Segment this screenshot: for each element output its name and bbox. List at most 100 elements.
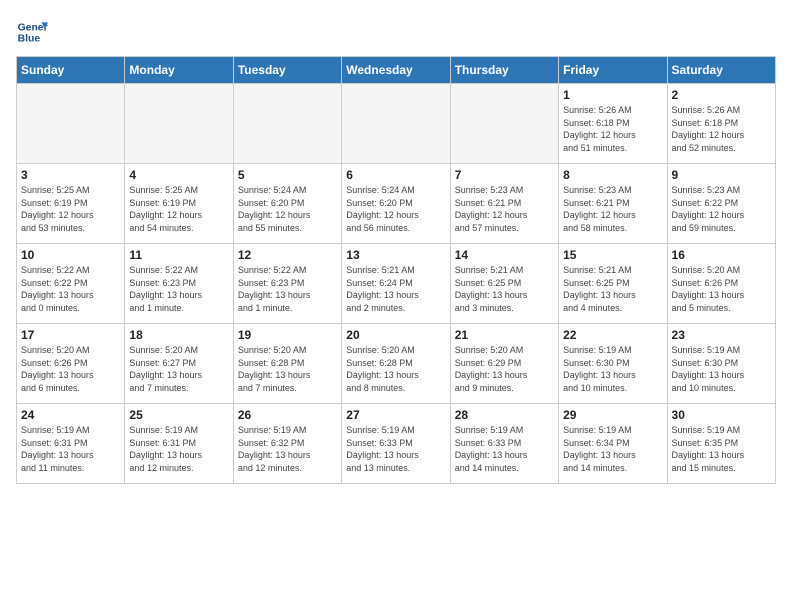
day-info: Sunrise: 5:19 AM Sunset: 6:35 PM Dayligh… — [672, 424, 771, 474]
day-info: Sunrise: 5:26 AM Sunset: 6:18 PM Dayligh… — [563, 104, 662, 154]
calendar-cell — [450, 84, 558, 164]
calendar-cell: 25 Sunrise: 5:19 AM Sunset: 6:31 PM Dayli… — [125, 404, 233, 484]
day-info: Sunrise: 5:19 AM Sunset: 6:30 PM Dayligh… — [672, 344, 771, 394]
calendar-cell: 4 Sunrise: 5:25 AM Sunset: 6:19 PM Daylig… — [125, 164, 233, 244]
day-number: 8 — [563, 168, 662, 182]
calendar-cell: 19 Sunrise: 5:20 AM Sunset: 6:28 PM Dayli… — [233, 324, 341, 404]
day-number: 26 — [238, 408, 337, 422]
calendar-cell: 2 Sunrise: 5:26 AM Sunset: 6:18 PM Daylig… — [667, 84, 775, 164]
calendar-cell: 20 Sunrise: 5:20 AM Sunset: 6:28 PM Dayli… — [342, 324, 450, 404]
calendar-cell: 12 Sunrise: 5:22 AM Sunset: 6:23 PM Dayli… — [233, 244, 341, 324]
calendar-cell: 15 Sunrise: 5:21 AM Sunset: 6:25 PM Dayli… — [559, 244, 667, 324]
day-info: Sunrise: 5:21 AM Sunset: 6:24 PM Dayligh… — [346, 264, 445, 314]
calendar-cell: 30 Sunrise: 5:19 AM Sunset: 6:35 PM Dayli… — [667, 404, 775, 484]
calendar-cell: 22 Sunrise: 5:19 AM Sunset: 6:30 PM Dayli… — [559, 324, 667, 404]
day-info: Sunrise: 5:19 AM Sunset: 6:31 PM Dayligh… — [21, 424, 120, 474]
day-number: 24 — [21, 408, 120, 422]
day-info: Sunrise: 5:19 AM Sunset: 6:34 PM Dayligh… — [563, 424, 662, 474]
day-info: Sunrise: 5:19 AM Sunset: 6:31 PM Dayligh… — [129, 424, 228, 474]
calendar-cell: 13 Sunrise: 5:21 AM Sunset: 6:24 PM Dayli… — [342, 244, 450, 324]
calendar-cell: 18 Sunrise: 5:20 AM Sunset: 6:27 PM Dayli… — [125, 324, 233, 404]
logo-icon: General Blue — [16, 16, 48, 48]
weekday-header-sunday: Sunday — [17, 57, 125, 84]
day-info: Sunrise: 5:25 AM Sunset: 6:19 PM Dayligh… — [21, 184, 120, 234]
day-info: Sunrise: 5:23 AM Sunset: 6:21 PM Dayligh… — [563, 184, 662, 234]
day-number: 25 — [129, 408, 228, 422]
day-number: 28 — [455, 408, 554, 422]
day-number: 22 — [563, 328, 662, 342]
day-info: Sunrise: 5:20 AM Sunset: 6:28 PM Dayligh… — [238, 344, 337, 394]
calendar-cell — [17, 84, 125, 164]
day-number: 13 — [346, 248, 445, 262]
day-info: Sunrise: 5:26 AM Sunset: 6:18 PM Dayligh… — [672, 104, 771, 154]
day-info: Sunrise: 5:21 AM Sunset: 6:25 PM Dayligh… — [455, 264, 554, 314]
day-number: 30 — [672, 408, 771, 422]
day-info: Sunrise: 5:19 AM Sunset: 6:33 PM Dayligh… — [346, 424, 445, 474]
calendar-cell: 27 Sunrise: 5:19 AM Sunset: 6:33 PM Dayli… — [342, 404, 450, 484]
weekday-header-thursday: Thursday — [450, 57, 558, 84]
calendar-cell — [125, 84, 233, 164]
day-info: Sunrise: 5:23 AM Sunset: 6:21 PM Dayligh… — [455, 184, 554, 234]
day-info: Sunrise: 5:22 AM Sunset: 6:22 PM Dayligh… — [21, 264, 120, 314]
weekday-header-monday: Monday — [125, 57, 233, 84]
calendar-cell: 29 Sunrise: 5:19 AM Sunset: 6:34 PM Dayli… — [559, 404, 667, 484]
day-info: Sunrise: 5:21 AM Sunset: 6:25 PM Dayligh… — [563, 264, 662, 314]
weekday-header-friday: Friday — [559, 57, 667, 84]
day-number: 29 — [563, 408, 662, 422]
day-number: 14 — [455, 248, 554, 262]
day-number: 23 — [672, 328, 771, 342]
day-number: 11 — [129, 248, 228, 262]
day-number: 18 — [129, 328, 228, 342]
calendar-cell: 7 Sunrise: 5:23 AM Sunset: 6:21 PM Daylig… — [450, 164, 558, 244]
day-number: 1 — [563, 88, 662, 102]
day-info: Sunrise: 5:22 AM Sunset: 6:23 PM Dayligh… — [129, 264, 228, 314]
day-number: 20 — [346, 328, 445, 342]
day-info: Sunrise: 5:20 AM Sunset: 6:28 PM Dayligh… — [346, 344, 445, 394]
calendar-cell: 9 Sunrise: 5:23 AM Sunset: 6:22 PM Daylig… — [667, 164, 775, 244]
day-number: 9 — [672, 168, 771, 182]
calendar-cell: 24 Sunrise: 5:19 AM Sunset: 6:31 PM Dayli… — [17, 404, 125, 484]
day-info: Sunrise: 5:25 AM Sunset: 6:19 PM Dayligh… — [129, 184, 228, 234]
day-number: 21 — [455, 328, 554, 342]
day-number: 12 — [238, 248, 337, 262]
calendar-table: SundayMondayTuesdayWednesdayThursdayFrid… — [16, 56, 776, 484]
calendar-cell: 11 Sunrise: 5:22 AM Sunset: 6:23 PM Dayli… — [125, 244, 233, 324]
svg-text:Blue: Blue — [18, 34, 41, 45]
day-info: Sunrise: 5:20 AM Sunset: 6:26 PM Dayligh… — [21, 344, 120, 394]
calendar-cell: 26Sunrise: 5:19 AM Sunset: 6:32 PM Dayli… — [233, 404, 341, 484]
calendar-cell — [342, 84, 450, 164]
calendar-cell: 6 Sunrise: 5:24 AM Sunset: 6:20 PM Daylig… — [342, 164, 450, 244]
day-number: 3 — [21, 168, 120, 182]
day-number: 16 — [672, 248, 771, 262]
day-number: 15 — [563, 248, 662, 262]
calendar-cell: 14 Sunrise: 5:21 AM Sunset: 6:25 PM Dayli… — [450, 244, 558, 324]
logo: General Blue — [16, 16, 52, 48]
calendar-cell: 16 Sunrise: 5:20 AM Sunset: 6:26 PM Dayli… — [667, 244, 775, 324]
day-info: Sunrise: 5:24 AM Sunset: 6:20 PM Dayligh… — [238, 184, 337, 234]
day-number: 27 — [346, 408, 445, 422]
day-number: 6 — [346, 168, 445, 182]
calendar-cell: 5 Sunrise: 5:24 AM Sunset: 6:20 PM Daylig… — [233, 164, 341, 244]
day-number: 7 — [455, 168, 554, 182]
day-info: Sunrise: 5:19 AM Sunset: 6:33 PM Dayligh… — [455, 424, 554, 474]
day-info: Sunrise: 5:24 AM Sunset: 6:20 PM Dayligh… — [346, 184, 445, 234]
weekday-header-wednesday: Wednesday — [342, 57, 450, 84]
header: General Blue — [16, 16, 776, 48]
calendar-cell: 17 Sunrise: 5:20 AM Sunset: 6:26 PM Dayli… — [17, 324, 125, 404]
day-info: Sunrise: 5:22 AM Sunset: 6:23 PM Dayligh… — [238, 264, 337, 314]
calendar-cell: 10 Sunrise: 5:22 AM Sunset: 6:22 PM Dayli… — [17, 244, 125, 324]
day-number: 4 — [129, 168, 228, 182]
weekday-header-tuesday: Tuesday — [233, 57, 341, 84]
day-info: Sunrise: 5:23 AM Sunset: 6:22 PM Dayligh… — [672, 184, 771, 234]
day-number: 10 — [21, 248, 120, 262]
day-number: 2 — [672, 88, 771, 102]
calendar-cell: 8 Sunrise: 5:23 AM Sunset: 6:21 PM Daylig… — [559, 164, 667, 244]
day-number: 19 — [238, 328, 337, 342]
day-number: 5 — [238, 168, 337, 182]
weekday-header-saturday: Saturday — [667, 57, 775, 84]
calendar-cell: 23 Sunrise: 5:19 AM Sunset: 6:30 PM Dayli… — [667, 324, 775, 404]
day-info: Sunrise: 5:19 AM Sunset: 6:30 PM Dayligh… — [563, 344, 662, 394]
day-number: 17 — [21, 328, 120, 342]
day-info: Sunrise: 5:20 AM Sunset: 6:26 PM Dayligh… — [672, 264, 771, 314]
day-info: Sunrise: 5:20 AM Sunset: 6:27 PM Dayligh… — [129, 344, 228, 394]
